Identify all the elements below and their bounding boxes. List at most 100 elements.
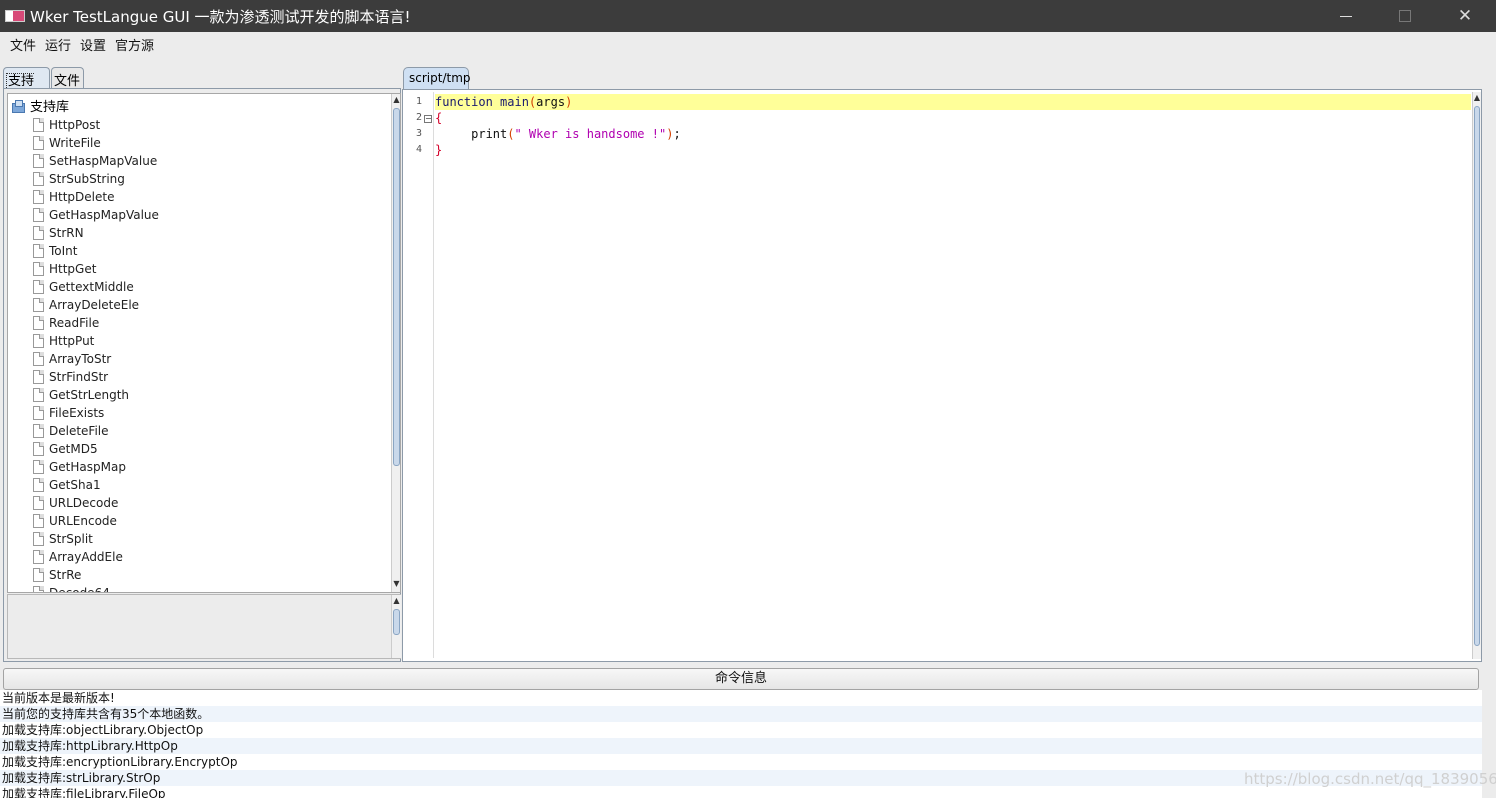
- tree-item[interactable]: StrRN: [33, 224, 84, 242]
- tree-item[interactable]: StrSplit: [33, 530, 93, 548]
- document-icon: [33, 406, 44, 420]
- log-line: 当前版本是最新版本!: [2, 691, 115, 705]
- tree-item-label: HttpPut: [49, 334, 95, 348]
- menu-official-source[interactable]: 官方源: [115, 35, 154, 54]
- tree-item-label: GetMD5: [49, 442, 98, 456]
- tree-item-label: GetHaspMapValue: [49, 208, 159, 222]
- editor-scroll-thumb[interactable]: [1474, 106, 1480, 646]
- tab-library[interactable]: 支持库: [3, 67, 50, 109]
- tree-item[interactable]: WriteFile: [33, 134, 101, 152]
- document-icon: [33, 154, 44, 168]
- tab-files[interactable]: 文件: [51, 67, 84, 89]
- watermark: https://blog.csdn.net/qq_18390563: [1244, 770, 1496, 788]
- code-line-1: function main(args): [435, 94, 1471, 110]
- close-icon: ✕: [1457, 6, 1473, 26]
- code-editor[interactable]: 1 2 − 3 4 function main(args) { print(" …: [402, 89, 1482, 662]
- tree-item[interactable]: ArrayToStr: [33, 350, 111, 368]
- tree-item[interactable]: ArrayDeleteEle: [33, 296, 139, 314]
- document-icon: [33, 388, 44, 402]
- tree-item-label: StrSplit: [49, 532, 93, 546]
- tree-item-label: ToInt: [49, 244, 78, 258]
- line-gutter: 1 2 − 3 4: [404, 92, 434, 658]
- tree-item-label: HttpDelete: [49, 190, 115, 204]
- fold-collapse-icon[interactable]: −: [424, 115, 432, 123]
- detail-scroll-up-icon[interactable]: ▲: [392, 595, 401, 607]
- tab-files-label: 文件: [54, 74, 81, 89]
- tree-item[interactable]: GetMD5: [33, 440, 98, 458]
- tree-scroll-thumb[interactable]: [393, 108, 400, 466]
- code-semicolon: ;: [673, 127, 681, 141]
- tree-item[interactable]: FileExists: [33, 404, 104, 422]
- tree-item-label: GetSha1: [49, 478, 101, 492]
- menu-run[interactable]: 运行: [45, 35, 71, 54]
- scroll-down-icon[interactable]: ▼: [392, 578, 400, 590]
- minimize-button[interactable]: [1318, 0, 1376, 32]
- tree-item[interactable]: URLEncode: [33, 512, 117, 530]
- tree-item[interactable]: ArrayAddEle: [33, 548, 123, 566]
- menu-settings[interactable]: 设置: [80, 35, 106, 54]
- editor-scrollbar[interactable]: ▲: [1472, 92, 1481, 659]
- tree-item[interactable]: HttpPost: [33, 116, 100, 134]
- tree-root[interactable]: 支持库: [11, 97, 70, 115]
- detail-scroll-thumb[interactable]: [393, 609, 400, 635]
- tree-item[interactable]: DeleteFile: [33, 422, 109, 440]
- document-icon: [33, 244, 44, 258]
- menu-bar: 文件 运行 设置 官方源: [0, 32, 1496, 56]
- tree-item[interactable]: GetSha1: [33, 476, 101, 494]
- tree-item[interactable]: ToInt: [33, 242, 77, 260]
- tree-item[interactable]: GetHaspMap: [33, 458, 126, 476]
- editor-scroll-up-icon[interactable]: ▲: [1473, 92, 1481, 104]
- tree-item-label: ArrayAddEle: [49, 550, 123, 564]
- document-icon: [33, 496, 44, 510]
- document-icon: [33, 316, 44, 330]
- tree-item-label: FileExists: [49, 406, 105, 420]
- maximize-button[interactable]: [1376, 0, 1434, 32]
- tree-item-label: URLDecode: [49, 496, 119, 510]
- tree-item-label: HttpPost: [49, 118, 101, 132]
- tree-item-label: ReadFile: [49, 316, 100, 330]
- detail-scrollbar[interactable]: ▲: [391, 595, 401, 658]
- tree-item[interactable]: URLDecode: [33, 494, 118, 512]
- code-line-2: {: [435, 110, 1471, 126]
- tab-script-label: script/tmp: [409, 71, 471, 85]
- tab-script-tmp[interactable]: script/tmp: [403, 67, 471, 89]
- tree-root-label: 支持库: [30, 100, 70, 115]
- tree-item[interactable]: ReadFile: [33, 314, 99, 332]
- document-icon: [33, 262, 44, 276]
- close-button[interactable]: ✕: [1436, 0, 1494, 32]
- document-icon: [33, 190, 44, 204]
- tree-item[interactable]: HttpGet: [33, 260, 96, 278]
- tree-item[interactable]: GettextMiddle: [33, 278, 134, 296]
- tree-item[interactable]: Decode64: [33, 584, 110, 592]
- tree-item[interactable]: HttpPut: [33, 332, 94, 350]
- line-number: 4: [415, 144, 422, 155]
- tree-item-label: DeleteFile: [49, 424, 109, 438]
- tree-item[interactable]: StrRe: [33, 566, 81, 584]
- code-line-4: }: [435, 142, 1471, 158]
- code-area[interactable]: function main(args) { print(" Wker is ha…: [435, 92, 1471, 658]
- document-icon: [33, 280, 44, 294]
- tree-item[interactable]: SetHaspMapValue: [33, 152, 157, 170]
- library-tree[interactable]: 支持库 HttpPost WriteFile SetHaspMapValue StrS…: [7, 93, 401, 593]
- tree-item-label: WriteFile: [49, 136, 101, 150]
- scroll-up-icon[interactable]: ▲: [392, 94, 400, 106]
- menu-file[interactable]: 文件: [10, 35, 36, 54]
- document-icon: [33, 568, 44, 582]
- tree-item-label: GettextMiddle: [49, 280, 134, 294]
- code-keyword: function main: [435, 95, 529, 109]
- window-title: Wker TestLangue GUI 一款为渗透测试开发的脚本语言!: [30, 8, 411, 26]
- tree-item[interactable]: GetStrLength: [33, 386, 129, 404]
- command-info-header[interactable]: 命令信息: [3, 668, 1479, 690]
- tree-item[interactable]: StrFindStr: [33, 368, 108, 386]
- app-icon: [5, 10, 25, 22]
- tree-item[interactable]: StrSubString: [33, 170, 125, 188]
- log-line: 加载支持库:objectLibrary.ObjectOp: [2, 723, 204, 737]
- tree-scrollbar[interactable]: ▲ ▼: [391, 94, 400, 592]
- tree-item[interactable]: GetHaspMapValue: [33, 206, 159, 224]
- log-line: 加载支持库:encryptionLibrary.EncryptOp: [2, 755, 238, 769]
- code-string: " Wker is handsome !": [514, 127, 667, 141]
- code-call: print: [471, 127, 508, 141]
- tree-item[interactable]: HttpDelete: [33, 188, 114, 206]
- line-number: 2: [415, 112, 422, 123]
